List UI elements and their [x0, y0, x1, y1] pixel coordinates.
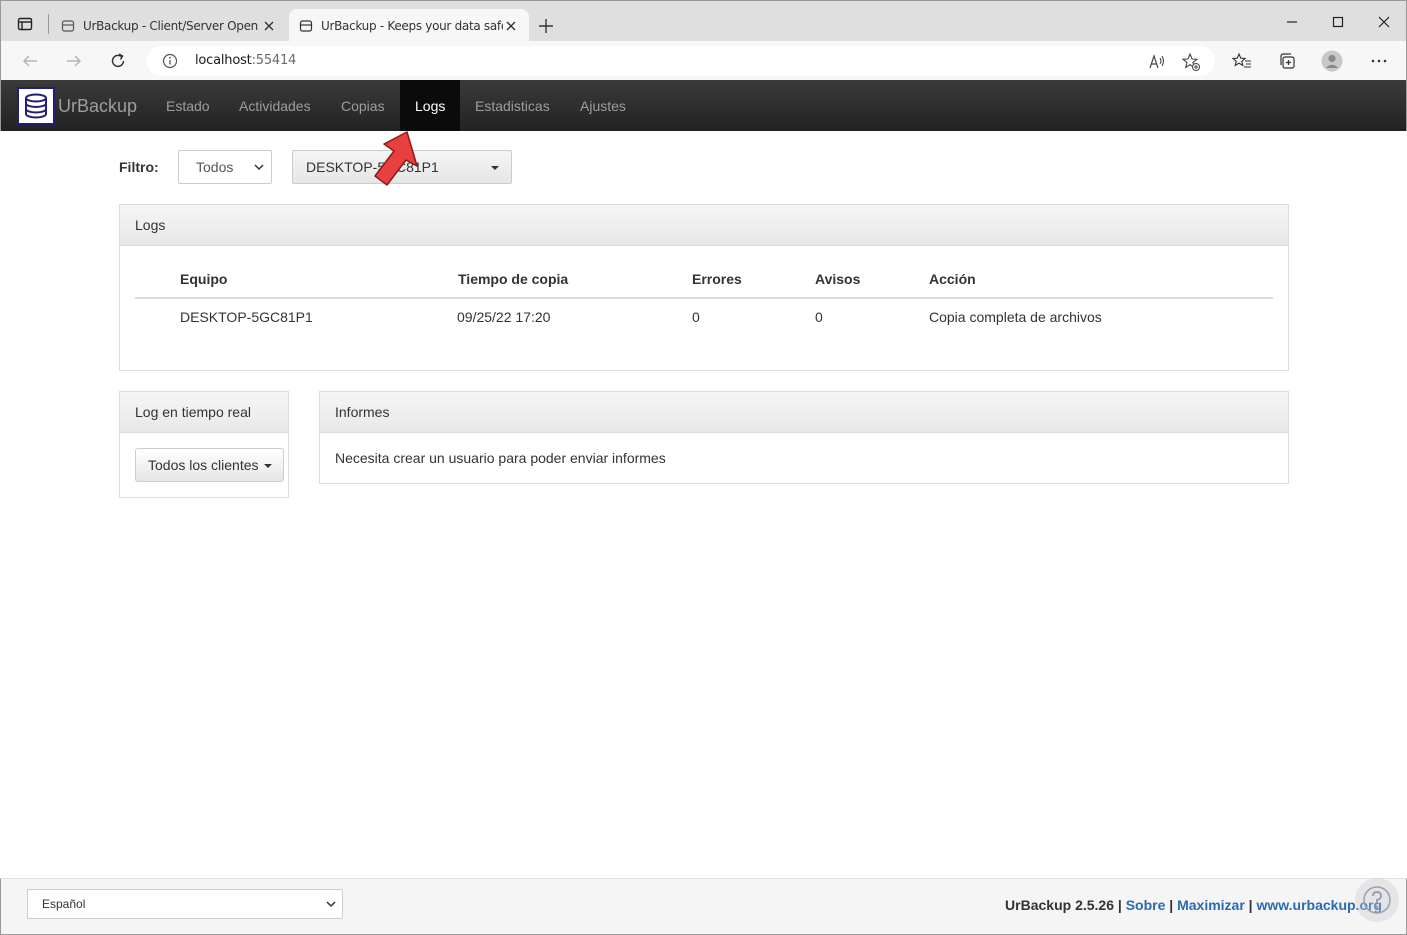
tab-actions-button[interactable] — [9, 11, 41, 37]
col-accion[interactable]: Acción — [929, 271, 976, 287]
browser-tabstrip: UrBackup - Client/Server Open S UrBackup… — [0, 0, 1407, 42]
url-text: localhost:55414 — [195, 53, 296, 68]
col-avisos[interactable]: Avisos — [815, 271, 860, 287]
nav-actividades[interactable]: Actividades — [224, 80, 326, 131]
close-tab-icon[interactable] — [503, 18, 519, 34]
maximizar-link[interactable]: Maximizar — [1177, 897, 1245, 913]
app-navbar: UrBackup Estado Actividades Copias Logs … — [0, 80, 1407, 131]
urbackup-logo-icon — [17, 87, 55, 125]
informes-panel-title: Informes — [320, 392, 1288, 433]
cell-errores: 0 — [692, 309, 700, 325]
cell-avisos: 0 — [815, 309, 823, 325]
informes-panel: Informes Necesita crear un usuario para … — [319, 391, 1289, 484]
add-favorite-icon[interactable] — [1181, 52, 1201, 72]
logs-table: Equipo Tiempo de copia Errores Avisos Ac… — [135, 260, 1273, 337]
arrow-left-icon — [22, 55, 37, 67]
col-tiempo[interactable]: Tiempo de copia — [458, 271, 568, 287]
pointer-arrow-icon — [374, 131, 418, 186]
version-text: UrBackup 2.5.26 — [1005, 897, 1114, 913]
maximize-icon — [1332, 16, 1344, 28]
footer-separator: | — [1114, 897, 1126, 913]
cell-equipo: DESKTOP-5GC81P1 — [180, 309, 313, 325]
watermark-logo-icon — [1355, 878, 1399, 922]
read-aloud-icon[interactable] — [1147, 52, 1167, 72]
footer-separator: | — [1244, 897, 1257, 913]
close-icon — [1378, 16, 1390, 28]
col-errores[interactable]: Errores — [692, 271, 742, 287]
plus-icon — [539, 19, 553, 33]
tab-actions-icon — [17, 17, 33, 31]
nav-ajustes[interactable]: Ajustes — [565, 80, 641, 131]
filter-label: Filtro: — [119, 159, 159, 175]
realtime-log-title: Log en tiempo real — [120, 392, 288, 433]
maximize-button[interactable] — [1315, 11, 1361, 33]
new-tab-button[interactable] — [535, 15, 557, 37]
footer-separator: | — [1165, 897, 1178, 913]
back-button[interactable] — [17, 49, 43, 73]
cell-tiempo: 09/25/22 17:20 — [457, 309, 551, 325]
footer-links: UrBackup 2.5.26 | Sobre | Maximizar | ww… — [1005, 897, 1382, 913]
brand-link[interactable]: UrBackup — [17, 86, 137, 126]
address-bar[interactable]: localhost:55414 — [147, 46, 1215, 76]
forward-button[interactable] — [61, 49, 87, 73]
nav-logs[interactable]: Logs — [400, 80, 461, 131]
nav-copias[interactable]: Copias — [326, 80, 400, 131]
brand-name: UrBackup — [58, 95, 138, 116]
realtime-log-panel: Log en tiempo real Todos los clientes — [119, 391, 289, 498]
informes-message: Necesita crear un usuario para poder env… — [335, 450, 666, 466]
database-icon — [299, 19, 313, 32]
database-icon — [61, 19, 75, 32]
sobre-link[interactable]: Sobre — [1126, 897, 1166, 913]
browser-tab-1[interactable]: UrBackup - Client/Server Open S — [51, 9, 287, 42]
cell-accion: Copia completa de archivos — [929, 309, 1102, 325]
url-port: :55414 — [251, 53, 297, 68]
collections-icon[interactable] — [1276, 50, 1298, 72]
language-value: Español — [42, 897, 86, 911]
all-clients-dropdown-button[interactable]: Todos los clientes — [135, 448, 284, 482]
favorites-icon[interactable] — [1231, 50, 1253, 72]
tab-title: UrBackup - Client/Server Open S — [83, 18, 261, 33]
profile-avatar-icon[interactable] — [1321, 50, 1343, 72]
logs-panel-title: Logs — [120, 205, 1288, 246]
tab-title: UrBackup - Keeps your data safe — [321, 18, 503, 33]
caret-down-icon — [264, 464, 272, 468]
close-window-button[interactable] — [1361, 11, 1407, 33]
close-tab-icon[interactable] — [261, 18, 277, 34]
reload-icon — [111, 53, 125, 68]
more-menu-icon[interactable] — [1368, 50, 1390, 72]
chevron-down-icon — [326, 901, 336, 908]
nav-estadisticas[interactable]: Estadisticas — [460, 80, 565, 131]
logs-panel: Logs Equipo Tiempo de copia Errores Avis… — [119, 204, 1289, 371]
app-footer: Español UrBackup 2.5.26 | Sobre | Maximi… — [0, 878, 1407, 935]
chevron-down-icon — [254, 164, 264, 171]
url-host: localhost — [195, 53, 252, 68]
minimize-icon — [1287, 21, 1297, 23]
site-info-icon[interactable] — [161, 52, 179, 70]
caret-down-icon — [491, 166, 499, 170]
log-level-select[interactable]: Todos — [178, 150, 272, 184]
log-level-value: Todos — [196, 159, 234, 175]
minimize-button[interactable] — [1269, 11, 1315, 33]
all-clients-label: Todos los clientes — [148, 457, 259, 473]
browser-tab-2-active[interactable]: UrBackup - Keeps your data safe — [289, 9, 529, 42]
language-select[interactable]: Español — [27, 889, 343, 919]
logs-table-header: Equipo Tiempo de copia Errores Avisos Ac… — [135, 260, 1273, 299]
tab-separator — [48, 14, 49, 34]
table-row[interactable]: DESKTOP-5GC81P1 09/25/22 17:20 0 0 Copia… — [135, 299, 1273, 337]
arrow-right-icon — [67, 55, 82, 67]
col-equipo[interactable]: Equipo — [180, 271, 227, 287]
reload-button[interactable] — [105, 49, 131, 73]
nav-estado[interactable]: Estado — [151, 80, 225, 131]
browser-toolbar: localhost:55414 — [0, 41, 1407, 80]
